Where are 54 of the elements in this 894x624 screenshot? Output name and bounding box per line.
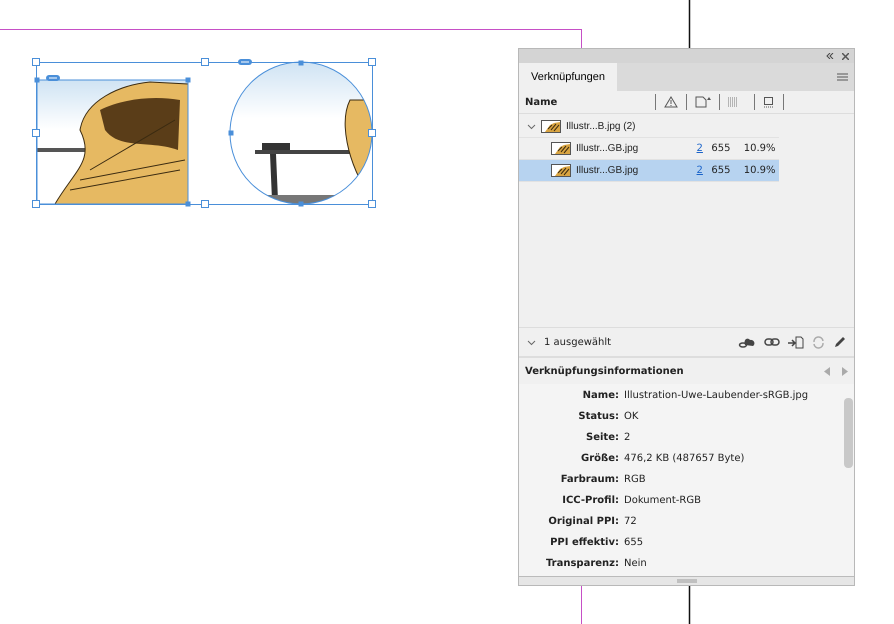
info-label: ICC-Profil:: [561, 494, 619, 508]
info-value: 2: [624, 431, 632, 445]
info-value: 476,2 KB (487657 Byte): [624, 452, 746, 466]
info-label: Status:: [577, 410, 619, 424]
dotted-grid-icon[interactable]: [728, 97, 738, 107]
panel-tab[interactable]: Verknüpfungen: [519, 63, 618, 91]
info-label: PPI effektiv:: [549, 536, 619, 550]
info-value: 655: [624, 536, 644, 550]
info-label: Farbraum:: [560, 473, 619, 487]
chevron-down-icon[interactable]: [527, 338, 536, 346]
page-link[interactable]: 2: [696, 165, 706, 176]
scale-value: 10.9%: [744, 165, 777, 176]
link-name: Illustr...GB.jpg: [576, 165, 640, 176]
link-badge-icon: [46, 75, 60, 81]
section-title: Verknüpfungsinformationen: [525, 366, 685, 376]
image-thumbnail-icon: [551, 164, 571, 177]
info-value: Dokument-RGB: [624, 494, 702, 508]
resize-handle[interactable]: [519, 576, 854, 585]
chevron-down-icon[interactable]: [527, 122, 536, 131]
content-handles[interactable]: [34, 60, 304, 206]
menu-icon[interactable]: [837, 73, 848, 81]
selection-frame[interactable]: [32, 58, 376, 208]
collapse-panel-icon[interactable]: [826, 53, 834, 59]
ppi-value: 655: [711, 143, 732, 154]
info-label: Name:: [582, 389, 619, 403]
link-badge-icon: [238, 59, 252, 65]
info-label: Größe:: [580, 452, 619, 466]
link-row[interactable]: Illustr...GB.jpg 2 655 10.9%: [519, 160, 779, 182]
cloud-link-icon[interactable]: [738, 336, 756, 348]
scale-value: 10.9%: [744, 143, 777, 154]
page-link[interactable]: 2: [696, 143, 706, 154]
info-label: Original PPI:: [547, 515, 619, 529]
link-name: Illustr...B.jpg (2): [566, 121, 636, 132]
info-value: 72: [624, 515, 638, 529]
relink-icon[interactable]: [788, 336, 804, 348]
info-label: Seite:: [585, 431, 619, 445]
info-value: RGB: [624, 473, 647, 487]
selection-status: 1 ausgewählt: [544, 336, 612, 348]
info-value: Nein: [624, 557, 648, 571]
column-header[interactable]: Name: [525, 96, 655, 108]
close-icon[interactable]: [842, 52, 849, 60]
ppi-value: 655: [711, 165, 732, 176]
link-icon[interactable]: [764, 337, 780, 347]
page-icon[interactable]: [695, 96, 711, 108]
link-row[interactable]: Illustr...B.jpg (2): [519, 116, 779, 138]
warning-icon[interactable]: [664, 96, 678, 108]
pencil-icon[interactable]: [833, 336, 846, 348]
info-value: Illustration-Uwe-Laubender-sRGB.jpg: [624, 389, 810, 403]
image-thumbnail-icon: [551, 142, 571, 155]
frame-icon[interactable]: [763, 96, 775, 108]
info-value: OK: [624, 410, 640, 424]
info-label: Transparenz:: [544, 557, 619, 571]
image-thumbnail-icon: [541, 120, 561, 133]
link-name: Illustr...GB.jpg: [576, 143, 640, 154]
